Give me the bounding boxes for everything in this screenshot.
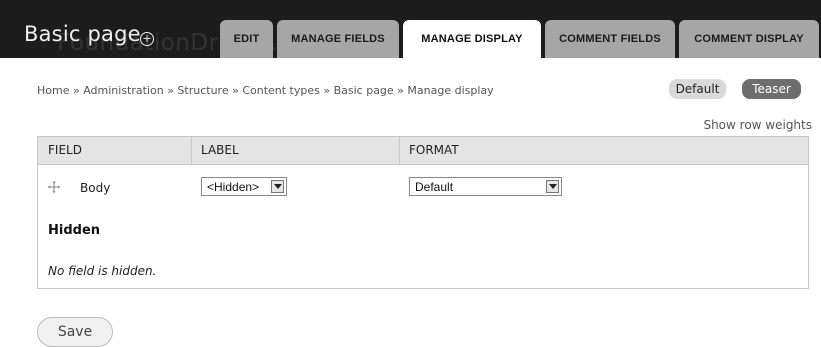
view-mode-teaser-button[interactable]: Teaser — [742, 79, 801, 99]
view-mode-default-button[interactable]: Default — [669, 79, 726, 99]
tab-manage-display[interactable]: MANAGE DISPLAY — [403, 20, 541, 58]
display-fields-table: FIELD LABEL FORMAT Body <Hidden> Default… — [37, 136, 809, 289]
tab-manage-fields[interactable]: MANAGE FIELDS — [277, 20, 399, 58]
label-select[interactable]: <Hidden> — [201, 177, 287, 196]
tab-comment-fields[interactable]: COMMENT FIELDS — [545, 20, 675, 58]
label-select-value: <Hidden> — [207, 180, 260, 194]
table-header: FIELD LABEL FORMAT — [38, 137, 808, 165]
circle-plus-icon[interactable]: + — [140, 32, 154, 46]
tab-comment-display[interactable]: COMMENT DISPLAY — [679, 20, 819, 58]
page-title: Basic page — [24, 22, 141, 46]
save-button[interactable]: Save — [37, 317, 113, 347]
breadcrumb[interactable]: Home » Administration » Structure » Cont… — [37, 84, 494, 97]
column-header-label: LABEL — [201, 143, 239, 157]
hidden-empty-message: No field is hidden. — [48, 264, 157, 278]
chevron-down-icon[interactable] — [271, 180, 284, 193]
chevron-down-icon[interactable] — [546, 180, 559, 193]
format-select-value: Default — [415, 180, 454, 194]
column-header-field: FIELD — [48, 143, 82, 157]
show-row-weights-link[interactable]: Show row weights — [703, 118, 812, 132]
page-header: FoundationDrupal.com Basic page + EDIT M… — [0, 0, 821, 58]
format-select[interactable]: Default — [409, 177, 562, 196]
field-name: Body — [80, 181, 111, 195]
column-divider — [399, 137, 400, 164]
drag-handle-icon[interactable] — [48, 181, 60, 193]
column-header-format: FORMAT — [409, 143, 459, 157]
hidden-region-heading: Hidden — [48, 223, 101, 238]
column-divider — [191, 137, 192, 164]
tab-edit[interactable]: EDIT — [220, 20, 273, 58]
